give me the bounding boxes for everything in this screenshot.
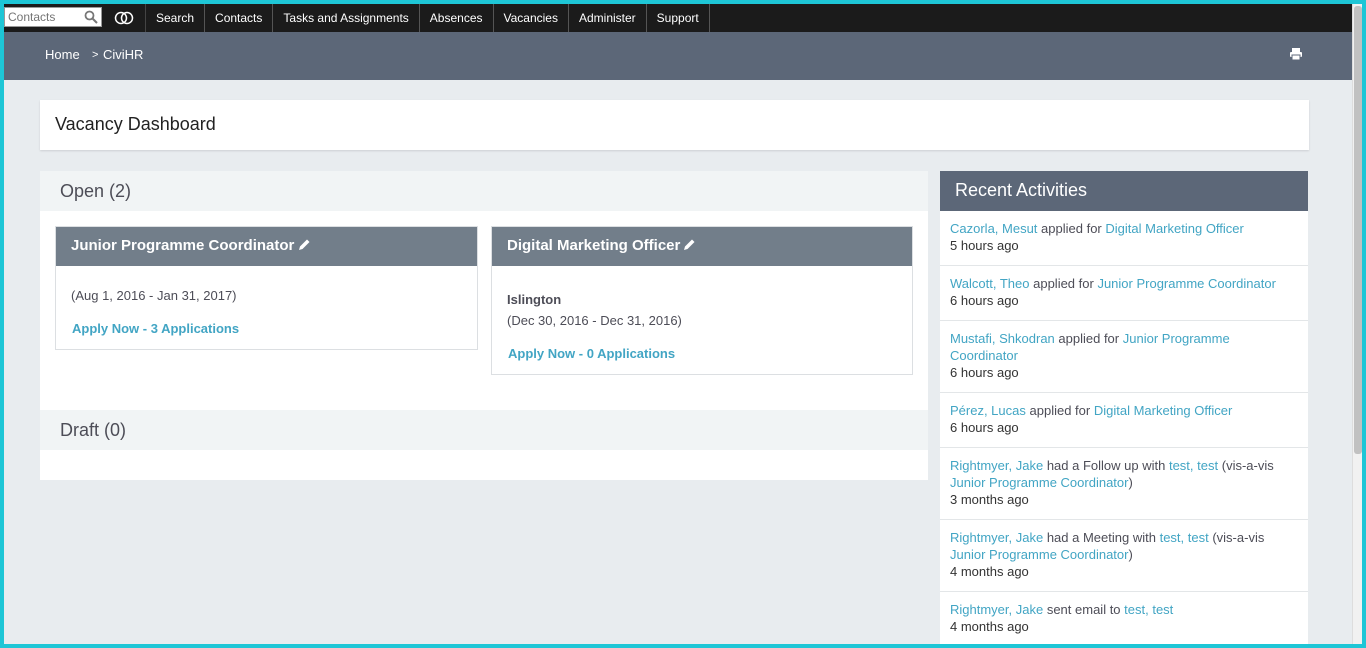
draft-section-body <box>40 450 928 480</box>
breadcrumb-home[interactable]: Home <box>45 47 80 62</box>
activity-case-link[interactable]: Junior Programme Coordinator <box>950 475 1128 490</box>
vacancy-dates: (Dec 30, 2016 - Dec 31, 2016) <box>507 313 682 328</box>
app-frame: Search Contacts Tasks and Assignments Ab… <box>4 4 1352 644</box>
activity-time: 4 months ago <box>950 564 1029 579</box>
activity-verb: applied for <box>1041 221 1102 236</box>
activity-verb: applied for <box>1029 403 1091 418</box>
open-section-label: Open (2) <box>60 181 132 201</box>
activity-time: 5 hours ago <box>950 238 1019 253</box>
activity-contact-link[interactable]: Walcott, Theo <box>950 276 1029 291</box>
civicrm-logo-icon <box>114 11 133 25</box>
menu-tasks-and-assignments[interactable]: Tasks and Assignments <box>273 4 420 32</box>
activity-contact-link[interactable]: Rightmyer, Jake <box>950 458 1043 473</box>
page-title-card: Vacancy Dashboard <box>40 100 1309 150</box>
printer-icon[interactable] <box>1289 47 1303 61</box>
activity-item: Pérez, Lucas applied for Digital Marketi… <box>940 393 1308 448</box>
menu-support[interactable]: Support <box>647 4 710 32</box>
draft-section-label: Draft (0) <box>60 420 127 440</box>
activity-verb: applied for <box>1033 276 1094 291</box>
recent-activities-title: Recent Activities <box>955 180 1088 200</box>
breadcrumb-header: Home > CiviHR <box>4 32 1352 80</box>
activity-item: Walcott, Theo applied for Junior Program… <box>940 266 1308 321</box>
menu-absences[interactable]: Absences <box>420 4 494 32</box>
open-section-header: Open (2) <box>40 171 928 211</box>
activity-target-link[interactable]: test, test <box>1124 602 1173 617</box>
page-scrollbar[interactable] <box>1352 4 1362 644</box>
breadcrumb-civihr[interactable]: CiviHR <box>103 47 143 62</box>
civicrm-logo-button[interactable] <box>102 4 146 32</box>
vacancy-location: Islington <box>507 292 562 307</box>
activity-verb: had a Meeting with <box>1046 530 1156 545</box>
recent-activities-header: Recent Activities <box>940 171 1308 211</box>
menu-search[interactable]: Search <box>146 4 206 32</box>
apply-now-link[interactable]: Apply Now - 3 Applications <box>72 321 239 336</box>
activity-target-link[interactable]: Junior Programme Coordinator <box>1097 276 1275 291</box>
vacancy-dates: (Aug 1, 2016 - Jan 31, 2017) <box>71 288 237 303</box>
activity-target-link[interactable]: Digital Marketing Officer <box>1094 403 1232 418</box>
menu-contacts[interactable]: Contacts <box>205 4 274 32</box>
activity-target-link[interactable]: test, test <box>1169 458 1218 473</box>
activity-item: Rightmyer, Jake sent email to test, test… <box>940 592 1308 644</box>
quicksearch-box <box>4 7 102 27</box>
activity-contact-link[interactable]: Rightmyer, Jake <box>950 602 1043 617</box>
activity-time: 3 months ago <box>950 492 1029 507</box>
activity-item: Rightmyer, Jake had a Follow up with tes… <box>940 448 1308 520</box>
menu-administer[interactable]: Administer <box>569 4 647 32</box>
vacancy-card-header: Digital Marketing Officer <box>492 227 912 266</box>
activity-contact-link[interactable]: Pérez, Lucas <box>950 403 1026 418</box>
activity-contact-link[interactable]: Cazorla, Mesut <box>950 221 1037 236</box>
activity-vis-close: ) <box>1128 475 1133 490</box>
activity-contact-link[interactable]: Mustafi, Shkodran <box>950 331 1055 346</box>
scrollbar-thumb[interactable] <box>1354 6 1362 454</box>
activity-verb: sent email to <box>1046 602 1121 617</box>
activity-contact-link[interactable]: Rightmyer, Jake <box>950 530 1043 545</box>
top-menubar: Search Contacts Tasks and Assignments Ab… <box>4 4 1352 32</box>
vacancy-card: Junior Programme Coordinator (Aug 1, 201… <box>55 226 478 350</box>
vacancy-title: Digital Marketing Officer <box>507 237 681 254</box>
activity-vis-close: ) <box>1128 547 1133 562</box>
apply-now-link[interactable]: Apply Now - 0 Applications <box>508 346 675 361</box>
page-title: Vacancy Dashboard <box>55 114 216 134</box>
menu-vacancies[interactable]: Vacancies <box>494 4 569 32</box>
activity-time: 6 hours ago <box>950 420 1019 435</box>
activity-case-link[interactable]: Junior Programme Coordinator <box>950 547 1128 562</box>
activity-target-link[interactable]: test, test <box>1160 530 1209 545</box>
vacancy-card: Digital Marketing Officer Islington (Dec… <box>491 226 913 375</box>
activity-time: 6 hours ago <box>950 365 1019 380</box>
quicksearch-input[interactable] <box>5 8 81 26</box>
vacancy-title: Junior Programme Coordinator <box>71 237 295 254</box>
recent-activities-panel: Recent Activities Cazorla, Mesut applied… <box>940 171 1308 644</box>
activity-item: Cazorla, Mesut applied for Digital Marke… <box>940 211 1308 266</box>
pencil-icon[interactable] <box>683 238 696 251</box>
activity-verb: had a Follow up with <box>1046 458 1166 473</box>
breadcrumb-separator: > <box>92 49 99 61</box>
activity-time: 4 months ago <box>950 619 1029 634</box>
activity-time: 6 hours ago <box>950 293 1019 308</box>
pencil-icon[interactable] <box>298 238 311 251</box>
magnifier-icon[interactable] <box>84 10 98 24</box>
activity-vis-a-vis: (vis-a-vis <box>1212 530 1265 545</box>
activity-target-link[interactable]: Digital Marketing Officer <box>1105 221 1243 236</box>
vacancy-card-header: Junior Programme Coordinator <box>56 227 477 266</box>
draft-section-header: Draft (0) <box>40 410 928 450</box>
activity-item: Mustafi, Shkodran applied for Junior Pro… <box>940 321 1308 393</box>
activity-vis-a-vis: (vis-a-vis <box>1221 458 1274 473</box>
activity-verb: applied for <box>1058 331 1120 346</box>
activity-item: Rightmyer, Jake had a Meeting with test,… <box>940 520 1308 592</box>
